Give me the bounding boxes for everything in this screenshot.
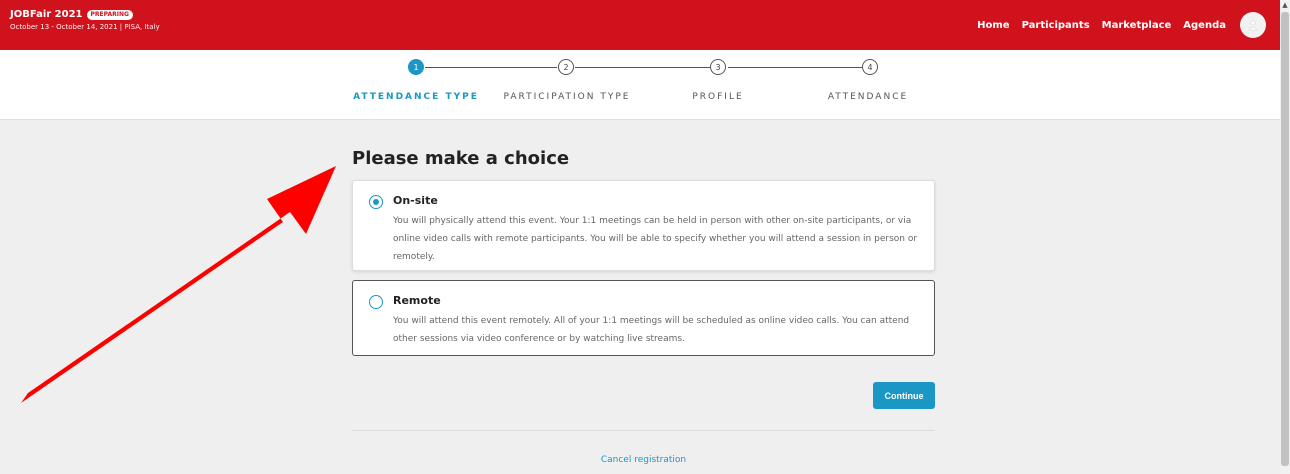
step-2-label: PARTICIPATION TYPE bbox=[503, 92, 631, 102]
event-subtitle: October 13 - October 14, 2021 | PISA, It… bbox=[10, 23, 160, 31]
step-4-label: ATTENDANCE bbox=[827, 92, 909, 102]
onsite-description: You will physically attend this event. Y… bbox=[393, 216, 918, 262]
onsite-radio[interactable] bbox=[369, 195, 383, 209]
registration-stepper: 1 2 3 4 ATTENDANCE TYPE PARTICIPATION TY… bbox=[0, 50, 1280, 120]
avatar[interactable] bbox=[1240, 12, 1266, 38]
nav-participants[interactable]: Participants bbox=[1022, 20, 1090, 31]
scroll-up-icon[interactable]: ▲ bbox=[1280, 0, 1290, 10]
radio-selected-dot bbox=[372, 198, 379, 205]
step-2-indicator[interactable]: 2 bbox=[558, 59, 574, 75]
step-connector bbox=[728, 67, 862, 68]
step-3-indicator[interactable]: 3 bbox=[710, 59, 726, 75]
divider bbox=[352, 430, 935, 431]
step-4-indicator[interactable]: 4 bbox=[862, 59, 878, 75]
remote-description: You will attend this event remotely. All… bbox=[393, 316, 910, 344]
continue-button[interactable]: Continue bbox=[873, 382, 935, 409]
status-badge: PREPARING bbox=[86, 9, 133, 20]
page-title: Please make a choice bbox=[352, 148, 570, 169]
step-3-label: PROFILE bbox=[692, 92, 744, 102]
scroll-thumb[interactable] bbox=[1281, 12, 1289, 466]
step-connector bbox=[575, 67, 710, 68]
main-nav: Home Participants Marketplace Agenda bbox=[965, 0, 1266, 50]
event-title: JOBFair 2021 bbox=[10, 9, 83, 20]
cancel-registration-link[interactable]: Cancel registration bbox=[352, 455, 935, 465]
user-icon bbox=[1248, 20, 1258, 31]
page-scrollbar[interactable]: ▲ bbox=[1280, 0, 1290, 474]
remote-title: Remote bbox=[393, 294, 441, 307]
option-remote[interactable]: Remote You will attend this event remote… bbox=[352, 280, 935, 356]
nav-agenda[interactable]: Agenda bbox=[1183, 20, 1226, 31]
arrow-shape bbox=[21, 166, 336, 403]
nav-marketplace[interactable]: Marketplace bbox=[1102, 20, 1172, 31]
step-connector bbox=[425, 67, 557, 68]
onsite-title: On-site bbox=[393, 194, 438, 207]
nav-home[interactable]: Home bbox=[977, 20, 1009, 31]
step-1-label: ATTENDANCE TYPE bbox=[353, 92, 479, 102]
option-onsite[interactable]: On-site You will physically attend this … bbox=[352, 180, 935, 271]
top-header: JOBFair 2021 PREPARING October 13 - Octo… bbox=[0, 0, 1280, 50]
event-brand[interactable]: JOBFair 2021 PREPARING October 13 - Octo… bbox=[10, 9, 160, 31]
remote-radio[interactable] bbox=[369, 295, 383, 309]
step-1-indicator[interactable]: 1 bbox=[408, 59, 424, 75]
